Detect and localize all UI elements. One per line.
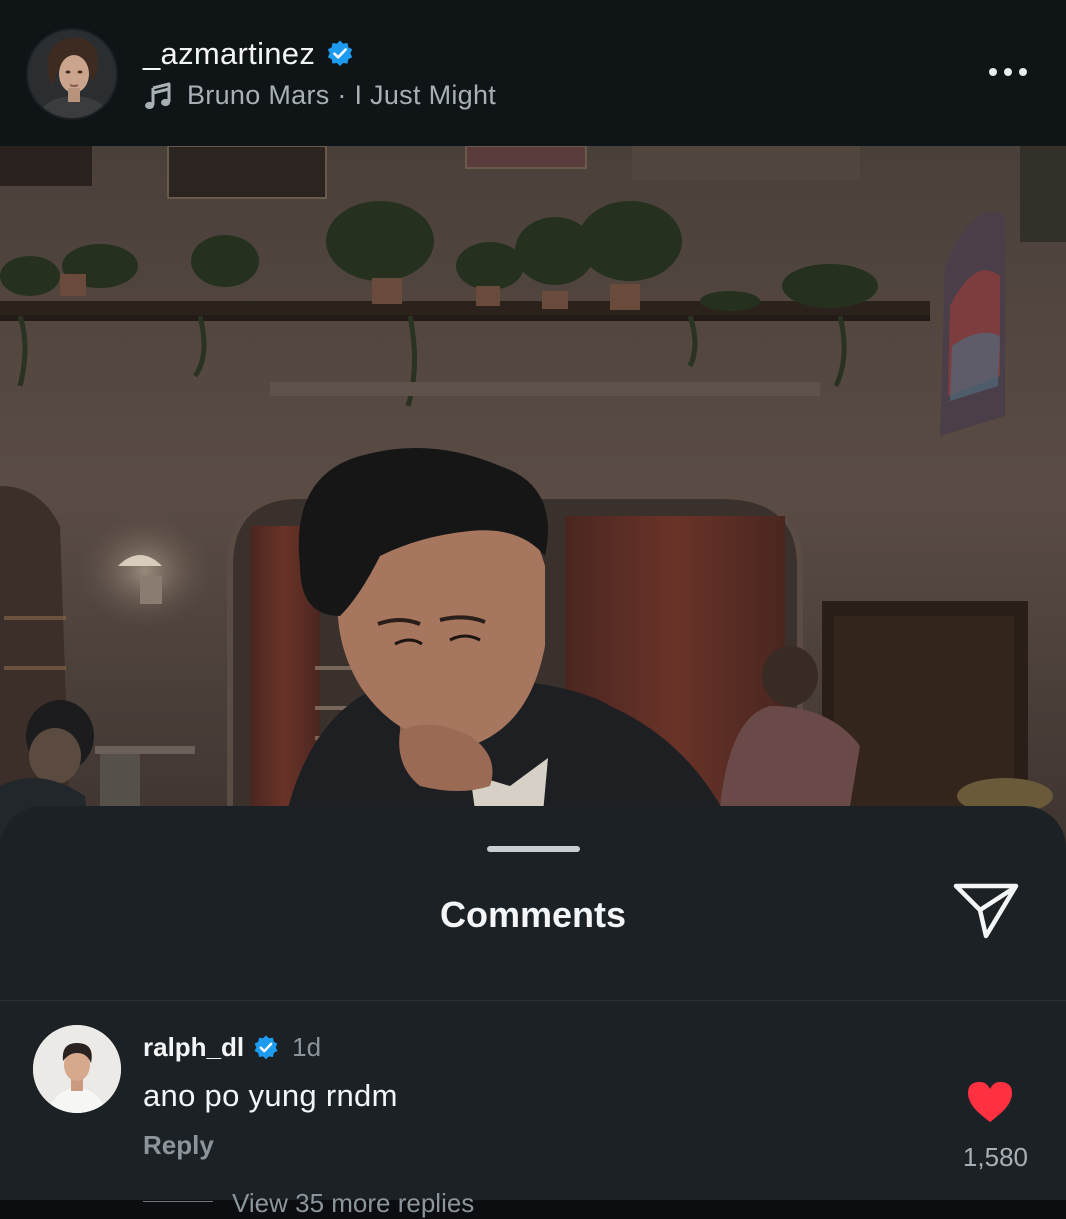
- comments-title: Comments: [439, 894, 627, 935]
- music-attribution[interactable]: Bruno Mars · I Just Might: [143, 80, 496, 111]
- post-header: _azmartinez Bruno Mars · I Just Might: [0, 0, 1066, 146]
- verified-badge-icon: [254, 1034, 278, 1059]
- more-horizontal-icon: [989, 68, 997, 76]
- verified-badge-icon: [327, 40, 353, 66]
- more-options-button[interactable]: [982, 58, 1034, 86]
- like-count: 1,580: [962, 1142, 1028, 1172]
- music-note-icon: [145, 82, 171, 109]
- view-replies-line: [143, 1201, 213, 1202]
- post-photo[interactable]: [0, 146, 1066, 846]
- author-avatar[interactable]: [28, 30, 116, 118]
- music-text: Bruno Mars · I Just Might: [187, 80, 497, 110]
- commenter-avatar[interactable]: [33, 1025, 121, 1113]
- author-username[interactable]: _azmartinez: [143, 36, 315, 72]
- commenter-username[interactable]: ralph_dl: [143, 1032, 244, 1063]
- view-more-replies[interactable]: View 35 more replies: [232, 1188, 474, 1219]
- comment-timestamp: 1d: [292, 1032, 322, 1062]
- send-icon[interactable]: [950, 878, 1022, 944]
- divider: [0, 1000, 1066, 1001]
- sheet-grabber[interactable]: [487, 846, 580, 852]
- comment-text: ano po yung rndm: [143, 1078, 398, 1113]
- comment-item: ralph_dl 1d ano po yung rndm Reply 1,580…: [0, 1016, 1066, 1218]
- heart-filled-icon[interactable]: [965, 1078, 1015, 1124]
- reply-button[interactable]: Reply: [143, 1130, 214, 1161]
